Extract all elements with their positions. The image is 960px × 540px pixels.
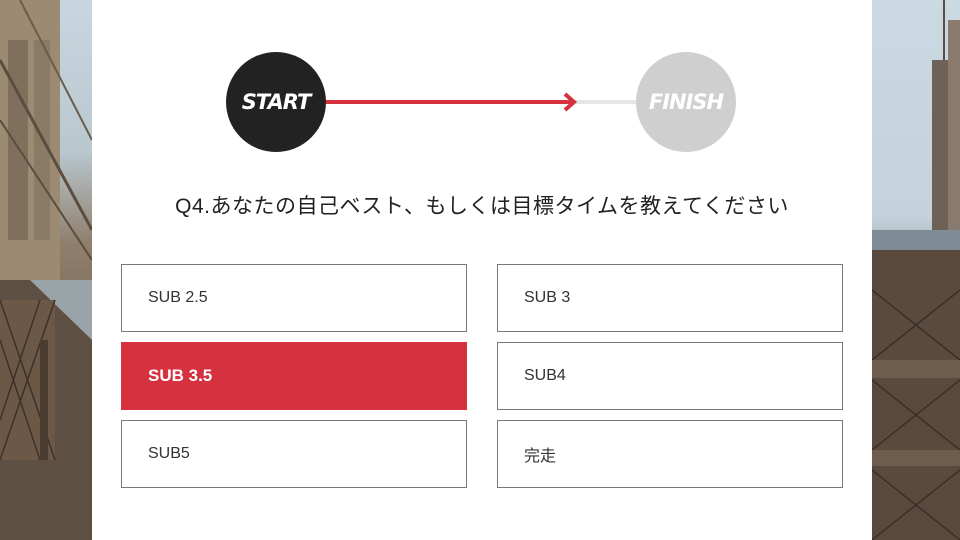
option-sub-3[interactable]: SUB 3 [497,264,843,332]
quiz-screen: START FINISH Q4.あなたの自己ベスト、もしくは目標タイムを教えてく… [0,0,960,540]
option-label: SUB 3.5 [148,366,213,385]
option-label: SUB5 [148,445,190,462]
option-finish-race[interactable]: 完走 [497,420,843,488]
question-text: Q4.あなたの自己ベスト、もしくは目標タイムを教えてください [175,195,789,218]
background-photo-right [872,0,960,540]
start-badge: START [226,52,326,152]
question-card: START FINISH Q4.あなたの自己ベスト、もしくは目標タイムを教えてく… [92,0,872,540]
option-sub-3-5[interactable]: SUB 3.5 [121,342,467,410]
option-label: SUB 3 [524,289,571,306]
progress-indicator: START FINISH [92,0,872,160]
option-sub-5[interactable]: SUB5 [121,420,467,488]
finish-label: FINISH [648,90,724,114]
background-photo-left [0,0,92,540]
option-label: 完走 [524,448,557,465]
option-sub-4[interactable]: SUB4 [497,342,843,410]
progress-track [326,92,636,112]
start-label: START [241,90,312,114]
finish-badge: FINISH [636,52,736,152]
option-label: SUB4 [524,367,566,384]
option-sub-2-5[interactable]: SUB 2.5 [121,264,467,332]
option-label: SUB 2.5 [148,289,208,306]
answer-options: SUB 2.5 SUB 3 SUB 3.5 SUB4 SUB5 完走 [121,264,843,488]
